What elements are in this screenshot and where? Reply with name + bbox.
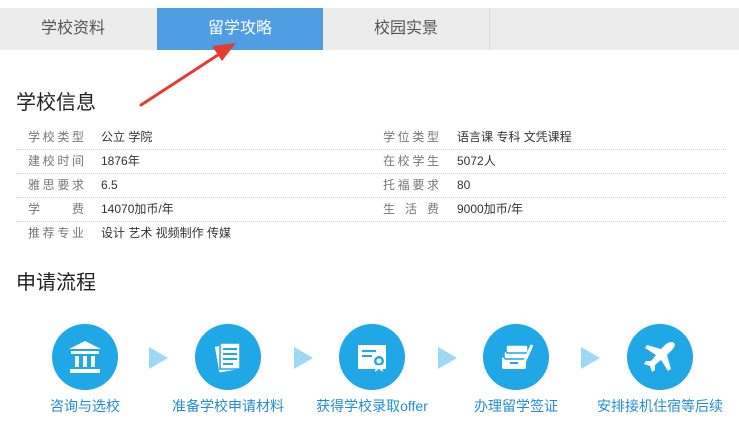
- info-row: 建校时间 1876年 在校学生 5072人: [16, 150, 726, 174]
- info-label: 在校学生: [383, 154, 439, 168]
- university-building-icon: [52, 324, 118, 390]
- process-step: 安排接机住宿等后续: [585, 324, 735, 416]
- info-label: 学位类型: [383, 130, 439, 144]
- info-value: 1876年: [101, 154, 140, 168]
- info-value: 9000加币/年: [457, 202, 524, 216]
- info-value: 语言课 专科 文凭课程: [457, 130, 572, 144]
- airplane-icon: [627, 324, 693, 390]
- documents-icon: [195, 324, 261, 390]
- tab-study-guide[interactable]: 留学攻略: [157, 8, 323, 50]
- info-label: 托福要求: [383, 178, 439, 192]
- info-value: 14070加币/年: [101, 202, 174, 216]
- process-step: 准备学校申请材料: [153, 324, 303, 416]
- step-label: 咨询与选校: [50, 398, 120, 414]
- info-row: 雅思要求 6.5 托福要求 80: [16, 174, 726, 198]
- process-step: 咨询与选校: [10, 324, 160, 416]
- process-steps: 咨询与选校 准备学校申请材料 获得学校录取offer 办理留学签证 安排接机住宿…: [0, 324, 739, 424]
- step-label: 安排接机住宿等后续: [597, 398, 723, 414]
- certificate-icon: [339, 324, 405, 390]
- step-label: 获得学校录取offer: [316, 398, 428, 414]
- info-row: 学费 14070加币/年 生活费 9000加币/年: [16, 198, 726, 222]
- tab-bar: 学校资料 留学攻略 校园实景: [0, 8, 739, 50]
- info-row: 学校类型 公立 学院 学位类型 语言课 专科 文凭课程: [16, 126, 726, 150]
- info-value: 80: [457, 178, 471, 192]
- tab-campus-photos[interactable]: 校园实景: [323, 8, 489, 50]
- application-process-heading: 申请流程: [16, 270, 96, 294]
- info-label: 雅思要求: [28, 178, 84, 192]
- info-value: 5072人: [457, 154, 496, 168]
- info-value: 6.5: [101, 178, 118, 192]
- process-step: 获得学校录取offer: [297, 324, 447, 416]
- tab-divider: [489, 8, 490, 50]
- process-step: 办理留学签证: [441, 324, 591, 416]
- info-label: 推荐专业: [28, 226, 84, 240]
- info-label: 生活费: [383, 202, 439, 216]
- passport-visa-icon: [483, 324, 549, 390]
- info-label: 学费: [28, 202, 84, 216]
- tab-school-info[interactable]: 学校资料: [0, 8, 146, 50]
- step-label: 办理留学签证: [474, 398, 558, 414]
- school-info-heading: 学校信息: [16, 90, 96, 114]
- info-value: 公立 学院: [101, 130, 153, 144]
- info-value: 设计 艺术 视频制作 传媒: [101, 226, 232, 240]
- info-label: 学校类型: [28, 130, 84, 144]
- info-label: 建校时间: [28, 154, 84, 168]
- step-label: 准备学校申请材料: [172, 398, 284, 414]
- school-info-table: 学校类型 公立 学院 学位类型 语言课 专科 文凭课程 建校时间 1876年 在…: [16, 126, 726, 245]
- info-row: 推荐专业 设计 艺术 视频制作 传媒: [16, 222, 726, 245]
